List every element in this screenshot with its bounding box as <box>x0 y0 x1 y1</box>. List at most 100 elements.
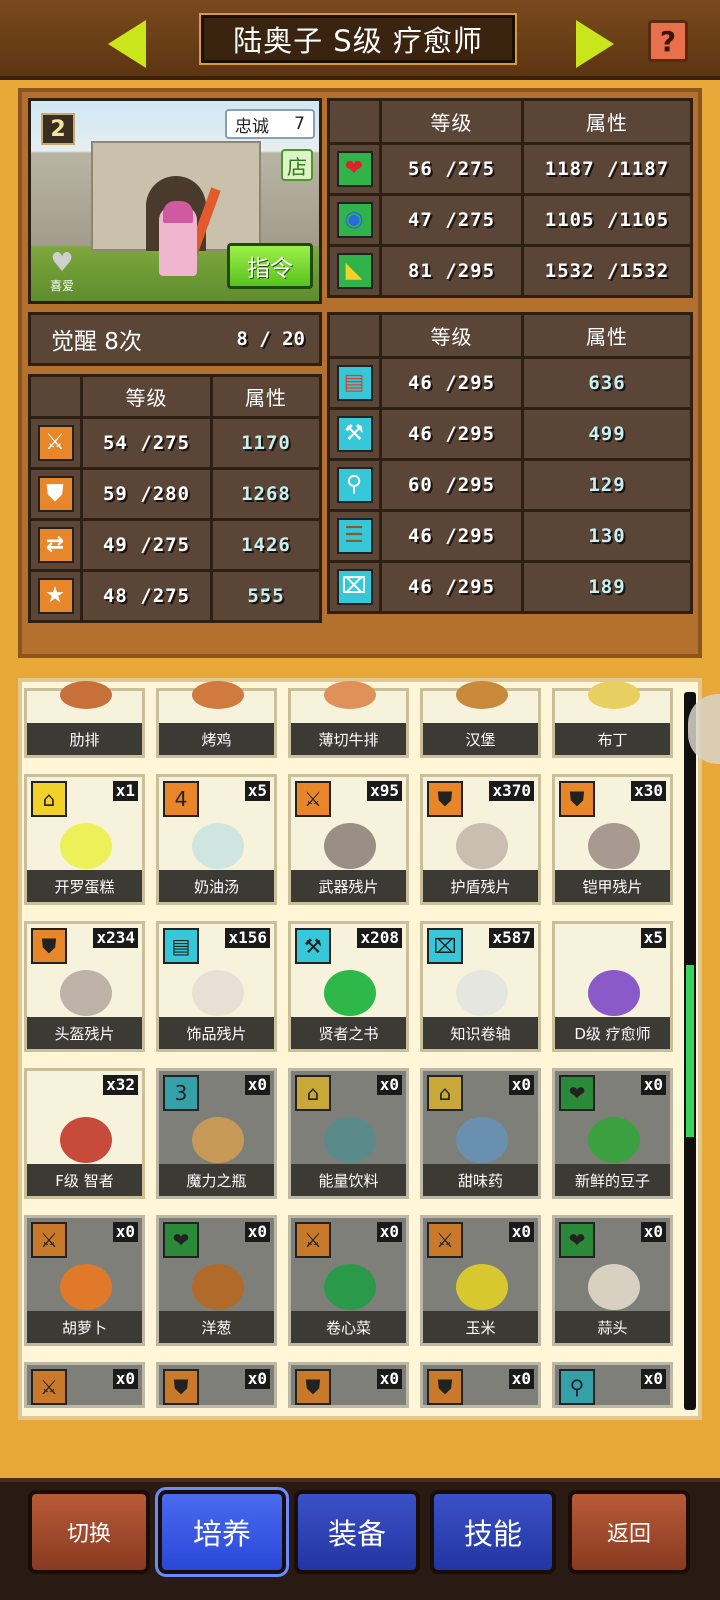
shop-badge[interactable]: 店 <box>281 149 313 181</box>
help-button[interactable]: ? <box>648 20 688 62</box>
item-cell[interactable]: ⛊ x370 护盾残片 <box>420 774 541 905</box>
item-art <box>324 681 376 709</box>
item-cell[interactable]: 肋排 <box>24 681 145 758</box>
item-art <box>324 823 376 869</box>
item-cell[interactable]: x5 D级 疗愈师 <box>552 921 673 1052</box>
item-count: x0 <box>508 1075 534 1095</box>
item-cell[interactable]: ⌂ x0 甜味药 <box>420 1068 541 1199</box>
item-cell[interactable]: 3 x0 魔力之瓶 <box>156 1068 277 1199</box>
item-art <box>60 1264 112 1310</box>
item-cell[interactable]: ⚔ x95 武器残片 <box>288 774 409 905</box>
item-cell[interactable]: ▤ x156 饰品残片 <box>156 921 277 1052</box>
heart-icon: ❤ <box>336 151 373 187</box>
vitals-table: 等级 属性 ❤ 56 /275 1187 /1187 ◉ 47 /275 110… <box>327 98 693 298</box>
item-cell[interactable]: ⚔ x0 玉米 <box>420 1215 541 1346</box>
craft-level: 60 /295 <box>379 458 524 512</box>
hammer-icon: ⚒ <box>336 416 373 452</box>
sword-icon: ⚔ <box>37 425 74 461</box>
crate-icon: ☰ <box>336 518 373 554</box>
item-count: x0 <box>244 1075 270 1095</box>
item-cell[interactable]: ⛊ x0 <box>288 1362 409 1408</box>
item-cell[interactable]: ⛊ x0 <box>420 1362 541 1408</box>
craft-level: 46 /295 <box>379 407 524 461</box>
item-cell[interactable]: ⌂ x1 开罗蛋糕 <box>24 774 145 905</box>
item-type-icon: ⚔ <box>427 1222 463 1258</box>
item-cell[interactable]: ⛊ x0 <box>156 1362 277 1408</box>
item-art <box>192 1117 244 1163</box>
item-type-icon: ⛊ <box>559 781 595 817</box>
skill-button[interactable]: 技能 <box>430 1490 556 1574</box>
item-cell[interactable]: 烤鸡 <box>156 681 277 758</box>
item-cell[interactable]: ⌧ x587 知识卷轴 <box>420 921 541 1052</box>
item-count: x0 <box>376 1369 402 1389</box>
combat-level-header: 等级 <box>80 374 213 419</box>
next-character-arrow-icon[interactable] <box>576 20 614 68</box>
item-cell[interactable]: ⚔ x0 卷心菜 <box>288 1215 409 1346</box>
prev-character-arrow-icon[interactable] <box>108 20 146 68</box>
item-count: x32 <box>103 1075 138 1095</box>
equip-button[interactable]: 装备 <box>294 1490 420 1574</box>
item-cell[interactable]: ⚔ x0 胡萝卜 <box>24 1215 145 1346</box>
craft-level-header: 等级 <box>379 312 524 359</box>
vitals-level: 56 /275 <box>379 142 524 196</box>
item-cell[interactable]: ⛊ x234 头盔残片 <box>24 921 145 1052</box>
craft-value: 499 <box>521 407 693 461</box>
item-type-icon: ⛊ <box>31 928 67 964</box>
item-cell[interactable]: ⚲ x0 <box>552 1362 673 1408</box>
vitals-value: 1105 /1105 <box>521 193 693 247</box>
item-count: x0 <box>640 1222 666 1242</box>
craft-value: 636 <box>521 356 693 410</box>
item-cell[interactable]: ❤ x0 新鲜的豆子 <box>552 1068 673 1199</box>
item-type-icon: ⚒ <box>295 928 331 964</box>
item-count: x5 <box>244 781 270 801</box>
combat-value: 1170 <box>210 416 322 470</box>
item-art <box>60 970 112 1016</box>
item-label: 汉堡 <box>423 723 538 755</box>
item-type-icon: ⛊ <box>295 1369 331 1405</box>
item-art <box>60 823 112 869</box>
craft-stats-table: 等级 属性 ▤ 46 /295 636 ⚒ 46 /295 499 ⚲ 60 /… <box>327 312 693 614</box>
awaken-row: 觉醒 8次 8 / 20 <box>28 312 322 366</box>
star-icon: ★ <box>37 578 74 614</box>
favorite-button[interactable]: ♥ 喜爱 <box>41 249 83 299</box>
item-type-icon: ⛊ <box>427 781 463 817</box>
item-count: x0 <box>640 1369 666 1389</box>
item-cell[interactable]: 薄切牛排 <box>288 681 409 758</box>
item-cell[interactable]: ⛊ x30 铠甲残片 <box>552 774 673 905</box>
scrollbar-thumb[interactable] <box>686 965 694 1137</box>
train-button[interactable]: 培养 <box>155 1487 289 1577</box>
item-cell[interactable]: x32 F级 智者 <box>24 1068 145 1199</box>
command-button[interactable]: 指令 <box>227 243 313 289</box>
back-button[interactable]: 返回 <box>568 1490 690 1574</box>
switch-button[interactable]: 切换 <box>28 1490 150 1574</box>
item-cell[interactable]: ❤ x0 洋葱 <box>156 1215 277 1346</box>
craft-row: ⚒ 46 /295 499 <box>327 407 693 461</box>
item-art <box>192 970 244 1016</box>
combat-stats-table: 等级 属性 ⚔ 54 /275 1170 ⛊ 59 /280 1268 ⇄ 49… <box>28 374 322 623</box>
arrows-icon: ⇄ <box>37 527 74 563</box>
combat-icon-header <box>28 374 83 419</box>
item-cell[interactable]: ⚒ x208 贤者之书 <box>288 921 409 1052</box>
item-count: x0 <box>376 1222 402 1242</box>
item-cell[interactable]: 汉堡 <box>420 681 541 758</box>
item-label: 蒜头 <box>555 1311 670 1343</box>
item-type-icon: ❤ <box>163 1222 199 1258</box>
item-cell[interactable]: ⚔ x0 <box>24 1362 145 1408</box>
item-art <box>456 681 508 709</box>
vitals-row: ◣ 81 /295 1532 /1532 <box>327 244 693 298</box>
item-art <box>324 1117 376 1163</box>
character-portrait: 2 忠诚 7 店 ♥ 喜爱 指令 <box>28 98 322 304</box>
item-label: 薄切牛排 <box>291 723 406 755</box>
item-art <box>192 1264 244 1310</box>
item-cell[interactable]: 布丁 <box>552 681 673 758</box>
item-cell[interactable]: ❤ x0 蒜头 <box>552 1215 673 1346</box>
item-type-icon: ⚔ <box>295 781 331 817</box>
item-label: 肋排 <box>27 723 142 755</box>
item-cell[interactable]: ⌂ x0 能量饮料 <box>288 1068 409 1199</box>
item-type-icon: ⌂ <box>295 1075 331 1111</box>
craft-level: 46 /295 <box>379 509 524 563</box>
combat-value: 1426 <box>210 518 322 572</box>
combat-value: 1268 <box>210 467 322 521</box>
combat-value-header: 属性 <box>210 374 322 419</box>
item-cell[interactable]: 4 x5 奶油汤 <box>156 774 277 905</box>
